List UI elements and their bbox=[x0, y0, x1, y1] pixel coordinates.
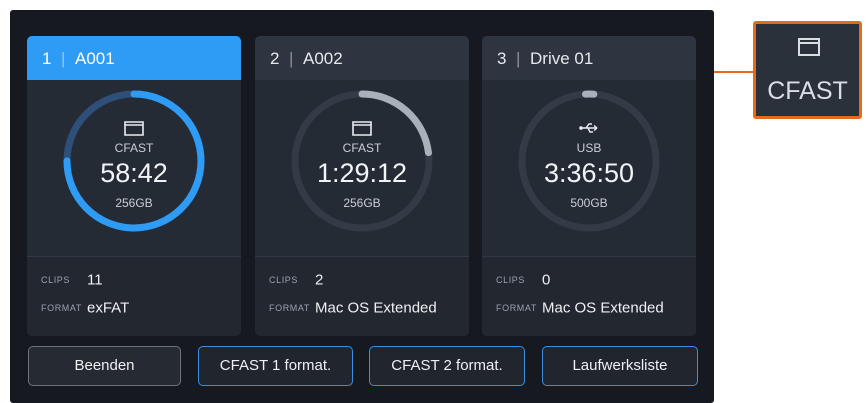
clips-row: CLIPS 0 bbox=[496, 271, 550, 289]
clips-label: CLIPS bbox=[496, 275, 526, 286]
format-row: FORMAT exFAT bbox=[41, 299, 129, 317]
time-remaining: 58:42 bbox=[100, 158, 168, 188]
usb-icon bbox=[579, 123, 598, 133]
clips-label: CLIPS bbox=[269, 275, 299, 286]
media-slot-card-3[interactable]: 3 | Drive 01 USB 3:36:50 500GB CLIPS 0 F… bbox=[482, 36, 696, 336]
format-cfast2-button[interactable]: CFAST 2 format. bbox=[369, 346, 525, 386]
storage-ring: CFAST 58:42 256GB bbox=[59, 86, 209, 236]
slot-header[interactable]: 2 | A002 bbox=[255, 36, 469, 80]
cfast-card-icon bbox=[124, 121, 144, 136]
clips-label: CLIPS bbox=[41, 275, 71, 286]
clips-value: 2 bbox=[315, 271, 324, 289]
slot-separator: | bbox=[516, 49, 521, 68]
storage-ring: USB 3:36:50 500GB bbox=[514, 86, 664, 236]
slot-details: CLIPS 2 FORMAT Mac OS Extended bbox=[255, 256, 469, 336]
slot-index: 1 bbox=[42, 49, 52, 68]
format-value: Mac OS Extended bbox=[315, 299, 437, 317]
format-row: FORMAT Mac OS Extended bbox=[496, 299, 664, 317]
media-type: USB bbox=[576, 141, 602, 155]
slot-details: CLIPS 0 FORMAT Mac OS Extended bbox=[482, 256, 696, 336]
format-cfast1-button[interactable]: CFAST 1 format. bbox=[198, 346, 353, 386]
media-slot-card-2[interactable]: 2 | A002 CFAST 1:29:12 256GB CLIPS 2 FOR… bbox=[255, 36, 469, 336]
cfast-card-icon bbox=[798, 38, 820, 56]
format-row: FORMAT Mac OS Extended bbox=[269, 299, 437, 317]
format-value: Mac OS Extended bbox=[542, 299, 664, 317]
slot-index: 2 bbox=[270, 49, 280, 68]
slot-details: CLIPS 11 FORMAT exFAT bbox=[27, 256, 241, 336]
time-remaining: 3:36:50 bbox=[543, 158, 635, 188]
media-panel: 1 | A001 CFAST 58:42 256GB CLIPS 11 FORM… bbox=[10, 10, 714, 403]
cfast-card-icon bbox=[352, 121, 372, 136]
drive-name: Drive 01 bbox=[530, 49, 594, 68]
slot-header[interactable]: 1 | A001 bbox=[27, 36, 241, 80]
storage-ring: CFAST 1:29:12 256GB bbox=[287, 86, 437, 236]
media-type: CFAST bbox=[342, 141, 382, 155]
time-remaining: 1:29:12 bbox=[316, 158, 408, 188]
clip-name: A001 bbox=[75, 49, 115, 68]
slot-index: 3 bbox=[497, 49, 507, 68]
media-slot-card-1[interactable]: 1 | A001 CFAST 58:42 256GB CLIPS 11 FORM… bbox=[27, 36, 241, 336]
slot-header[interactable]: 3 | Drive 01 bbox=[482, 36, 696, 80]
clips-row: CLIPS 11 bbox=[41, 271, 103, 289]
media-type: CFAST bbox=[114, 141, 154, 155]
format-value: exFAT bbox=[87, 299, 130, 317]
format-label: FORMAT bbox=[41, 303, 82, 314]
callout-label: CFAST bbox=[767, 77, 848, 105]
slot-separator: | bbox=[289, 49, 294, 68]
clips-row: CLIPS 2 bbox=[269, 271, 323, 289]
cfast-callout: CFAST bbox=[753, 21, 862, 119]
format-label: FORMAT bbox=[269, 303, 310, 314]
slot-separator: | bbox=[61, 49, 66, 68]
capacity: 256GB bbox=[115, 196, 153, 210]
format-label: FORMAT bbox=[496, 303, 537, 314]
clips-value: 11 bbox=[87, 271, 103, 289]
exit-button[interactable]: Beenden bbox=[28, 346, 181, 386]
drive-list-button[interactable]: Laufwerksliste bbox=[542, 346, 698, 386]
clips-value: 0 bbox=[542, 271, 551, 289]
capacity: 500GB bbox=[570, 196, 608, 210]
clip-name: A002 bbox=[303, 49, 343, 68]
capacity: 256GB bbox=[343, 196, 381, 210]
